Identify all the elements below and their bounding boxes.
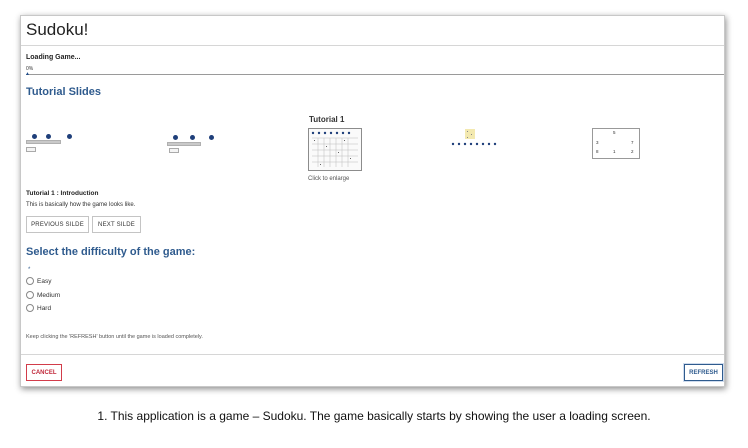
difficulty-option-hard[interactable]: Hard <box>26 304 51 312</box>
difficulty-option-label: Hard <box>37 304 52 312</box>
loading-progress-bar <box>26 74 724 75</box>
thumb-number: 2 <box>631 149 634 154</box>
next-slide-button[interactable]: NEXT SILDE <box>92 216 141 233</box>
thumb-number: 7 <box>631 140 634 145</box>
difficulty-option-label: Medium <box>37 291 61 299</box>
cancel-button[interactable]: CANCEL <box>26 364 62 381</box>
slide-thumbnail-5[interactable]: 5 3 7 8 1 2 <box>592 128 640 159</box>
slide-thumbnail-1[interactable] <box>26 131 72 155</box>
tutorial-subtitle: Tutorial 1 : Introduction <box>26 190 99 197</box>
thumb-number: 5 <box>613 130 616 135</box>
required-mark: * <box>28 267 31 273</box>
refresh-hint: Keep clicking the 'REFRESH' button until… <box>26 334 203 340</box>
radio-icon[interactable] <box>26 304 34 312</box>
thumb-number: 8 <box>596 149 599 154</box>
slide-thumbnail-4[interactable] <box>451 128 501 148</box>
difficulty-option-easy[interactable]: Easy <box>26 277 51 285</box>
slide-thumbnail-current[interactable] <box>308 128 362 171</box>
footer-divider <box>21 354 724 355</box>
slide-preview-icon <box>451 129 497 146</box>
thumb-number: 1 <box>613 149 616 154</box>
difficulty-option-label: Easy <box>37 277 52 285</box>
screenshot-caption: 1. This application is a game – Sudoku. … <box>97 409 651 423</box>
tutorial-section-title: Tutorial Slides <box>26 86 101 98</box>
difficulty-option-medium[interactable]: Medium <box>26 291 60 299</box>
difficulty-title: Select the difficulty of the game: <box>26 246 196 258</box>
sudoku-grid-preview-icon <box>311 131 358 167</box>
window-title: Sudoku! <box>26 20 89 39</box>
previous-slide-button[interactable]: PREVIOUS SILDE <box>26 216 89 233</box>
slide-thumbnail-2[interactable] <box>167 131 217 155</box>
sudoku-window: Sudoku! Loading Game... 0% ▲ Tutorial Sl… <box>20 15 725 387</box>
radio-icon[interactable] <box>26 277 34 285</box>
refresh-button[interactable]: REFRESH <box>684 364 723 381</box>
tutorial-description: This is basically how the game looks lik… <box>26 202 136 208</box>
current-slide-title: Tutorial 1 <box>309 115 345 124</box>
thumb-number: 3 <box>596 140 599 145</box>
title-divider <box>21 45 724 46</box>
loading-label: Loading Game... <box>26 54 81 61</box>
radio-icon[interactable] <box>26 291 34 299</box>
progress-marker-icon: ▲ <box>25 71 30 77</box>
click-to-enlarge-label: Click to enlarge <box>308 176 350 182</box>
